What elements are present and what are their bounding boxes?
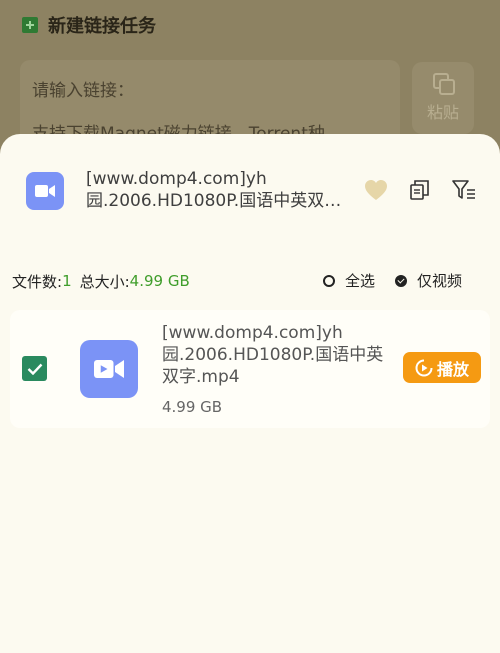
task-name-line2: 园.2006.HD1080P.国语中英双… xyxy=(86,191,342,211)
select-all-radio-icon xyxy=(322,274,335,287)
file-list-item[interactable]: [www.domp4.com]yh园.2006.HD1080P.国语中英双字.m… xyxy=(10,310,490,428)
sheet-header: [www.domp4.com]yh 园.2006.HD1080P.国语中英双… xyxy=(26,168,486,224)
paste-icon xyxy=(433,73,455,95)
total-size-label: 总大小: xyxy=(79,272,130,291)
page-title: 新建链接任务 xyxy=(48,16,156,37)
heart-icon[interactable] xyxy=(364,178,388,202)
copy-icon[interactable] xyxy=(408,178,432,202)
file-checkbox[interactable] xyxy=(22,356,47,381)
select-all-option[interactable]: 全选 xyxy=(322,270,375,291)
video-only-label: 仅视频 xyxy=(416,272,462,290)
select-all-label: 全选 xyxy=(344,272,375,290)
task-detail-sheet: [www.domp4.com]yh 园.2006.HD1080P.国语中英双… … xyxy=(0,134,500,653)
file-count-label: 文件数: xyxy=(12,272,63,291)
task-name: [www.domp4.com]yh 园.2006.HD1080P.国语中英双… xyxy=(86,168,386,212)
header-actions xyxy=(364,178,476,202)
play-icon xyxy=(415,359,433,376)
total-size-value: 4.99 GB xyxy=(129,272,190,290)
add-task-icon xyxy=(22,17,38,33)
filter-icon[interactable] xyxy=(452,178,476,202)
video-only-option[interactable]: 仅视频 xyxy=(394,270,462,291)
play-button[interactable]: 播放 xyxy=(403,352,481,383)
play-label: 播放 xyxy=(436,359,469,379)
summary-info: 文件数: 1 总大小: 4.99 GB xyxy=(12,271,190,292)
video-camera-icon xyxy=(26,172,64,210)
video-only-radio-icon xyxy=(394,274,407,287)
video-file-icon xyxy=(80,340,138,398)
file-size: 4.99 GB xyxy=(162,398,223,416)
summary-row: 文件数: 1 总大小: 4.99 GB 全选 仅视频 xyxy=(12,266,488,296)
paste-label: 粘贴 xyxy=(426,103,459,122)
task-name-line1: [www.domp4.com]yh xyxy=(86,169,267,189)
paste-button[interactable]: 粘贴 xyxy=(412,62,474,134)
bg-header: 新建链接任务 xyxy=(22,12,156,38)
file-name: [www.domp4.com]yh园.2006.HD1080P.国语中英双字.m… xyxy=(162,323,384,387)
filter-options: 全选 仅视频 xyxy=(322,270,462,291)
file-count-value: 1 xyxy=(62,272,72,290)
link-input-placeholder: 请输入链接： xyxy=(32,81,134,101)
